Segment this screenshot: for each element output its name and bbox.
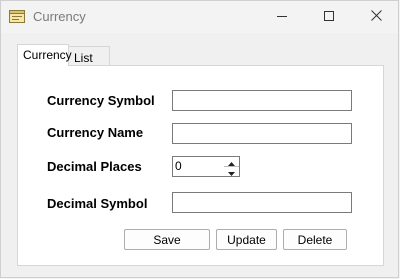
decimal-places-value[interactable]: 0: [175, 159, 182, 173]
maximize-button[interactable]: [306, 1, 352, 33]
update-button[interactable]: Update: [216, 229, 277, 250]
decimal-places-label: Decimal Places: [47, 159, 142, 174]
currency-symbol-input[interactable]: [172, 90, 352, 111]
currency-name-input[interactable]: [172, 123, 352, 144]
decimal-symbol-input[interactable]: [172, 192, 352, 213]
window-title: Currency: [33, 9, 86, 24]
close-button[interactable]: [353, 1, 399, 33]
close-icon: [370, 8, 382, 26]
chevron-down-icon: [228, 163, 235, 181]
window-form-icon: [9, 10, 25, 23]
maximize-icon: [324, 8, 334, 26]
minimize-button[interactable]: [259, 1, 305, 33]
save-button[interactable]: Save: [124, 229, 210, 250]
currency-name-label: Currency Name: [47, 125, 144, 140]
currency-window: Currency Currency List Currency Symbol C…: [0, 0, 399, 278]
decimal-symbol-label: Decimal Symbol: [47, 196, 148, 211]
delete-button[interactable]: Delete: [283, 229, 347, 250]
title-bar: Currency: [1, 1, 398, 33]
minimize-icon: [277, 8, 287, 26]
currency-symbol-label: Currency Symbol: [47, 93, 155, 108]
tab-currency[interactable]: Currency: [17, 44, 72, 66]
spin-down-button[interactable]: [224, 167, 239, 176]
decimal-places-stepper[interactable]: 0: [172, 156, 240, 177]
tab-list[interactable]: List: [69, 46, 110, 65]
